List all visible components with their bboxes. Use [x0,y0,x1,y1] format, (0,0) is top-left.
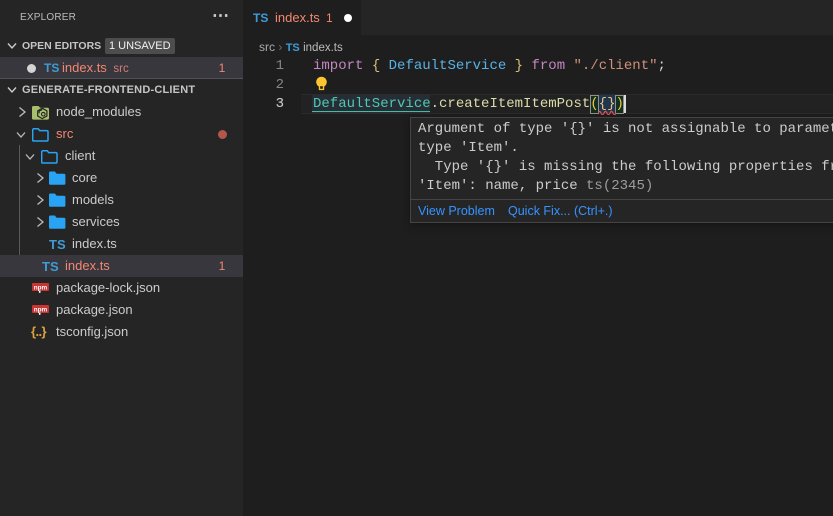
svg-text:npm: npm [34,306,48,313]
svg-text:npm: npm [34,284,48,291]
